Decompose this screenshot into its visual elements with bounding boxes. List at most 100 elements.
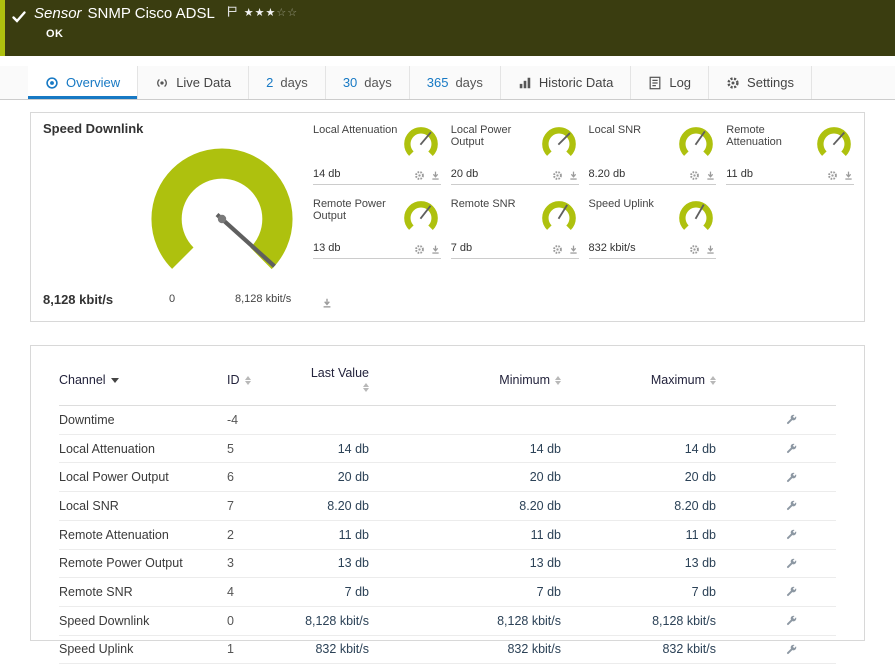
mini-gauge-remote-power-output: Remote Power Output 13 db <box>313 197 441 259</box>
flag-icon[interactable] <box>226 5 238 18</box>
minimum-cell: 20 db <box>369 462 561 493</box>
tab-label: Historic Data <box>538 75 614 90</box>
last-value-cell: 832 kbit/s <box>303 635 369 664</box>
channel-cell[interactable]: Remote SNR <box>59 577 227 607</box>
id-cell: -4 <box>227 405 303 435</box>
mini-gauge-local-snr: Local SNR 8.20 db <box>588 123 717 185</box>
gear-icon[interactable] <box>689 170 700 181</box>
gear-icon[interactable] <box>414 244 425 255</box>
last-value-cell: 13 db <box>303 549 369 579</box>
table-row: Remote Power Output 3 13 db 13 db 13 db <box>59 549 836 579</box>
channel-cell[interactable]: Remote Power Output <box>59 549 227 579</box>
minimum-cell: 8,128 kbit/s <box>369 606 561 636</box>
maximum-cell: 13 db <box>561 549 716 579</box>
channels-table: Channel ID Last Value Minimum Maximum Do… <box>59 360 836 664</box>
mini-gauge-dial <box>679 127 714 161</box>
tab-30-days[interactable]: 30 days <box>326 66 410 99</box>
channel-cell[interactable]: Local Attenuation <box>59 434 227 464</box>
download-icon[interactable] <box>843 170 854 181</box>
mini-gauge-dial <box>541 201 576 235</box>
tab-overview[interactable]: Overview <box>28 66 139 99</box>
tab-historic-data[interactable]: Historic Data <box>501 66 632 99</box>
channel-settings-icon[interactable] <box>784 413 798 427</box>
minimum-cell: 8.20 db <box>369 491 561 521</box>
col-header-channel[interactable]: Channel <box>59 360 227 406</box>
col-header-label: Maximum <box>650 373 705 387</box>
table-row: Remote SNR 4 7 db 7 db 7 db <box>59 577 836 607</box>
col-header-maximum[interactable]: Maximum <box>561 360 716 406</box>
tab-settings[interactable]: Settings <box>709 66 813 99</box>
main-gauge-scale-max: 8,128 kbit/s <box>235 293 292 305</box>
mini-gauge-local-attenuation: Local Attenuation 14 db <box>313 123 441 185</box>
col-header-last-value[interactable]: Last Value <box>303 360 369 406</box>
col-header-id[interactable]: ID <box>227 360 303 406</box>
channel-settings-icon[interactable] <box>784 471 798 485</box>
channels-panel: Channel ID Last Value Minimum Maximum Do… <box>30 345 865 664</box>
channel-settings-icon[interactable] <box>784 643 798 657</box>
channel-cell[interactable]: Remote Attenuation <box>59 520 227 550</box>
channel-settings-icon[interactable] <box>784 442 798 456</box>
minimum-cell: 7 db <box>369 577 561 607</box>
download-icon[interactable] <box>705 170 716 181</box>
download-icon[interactable] <box>568 170 579 181</box>
download-icon[interactable] <box>321 297 333 309</box>
status-color-strip <box>0 0 5 56</box>
priority-stars[interactable]: ★★★☆☆ <box>244 6 298 19</box>
maximum-cell: 20 db <box>561 462 716 493</box>
id-cell: 4 <box>227 577 303 607</box>
download-icon[interactable] <box>705 244 716 255</box>
maximum-cell <box>561 405 716 435</box>
tab-live-data[interactable]: Live Data <box>138 66 250 99</box>
maximum-cell: 14 db <box>561 434 716 464</box>
gear-icon[interactable] <box>827 170 838 181</box>
mini-gauge-dial <box>403 201 438 235</box>
last-value-cell: 7 db <box>303 577 369 607</box>
channel-cell[interactable]: Speed Downlink <box>59 606 227 636</box>
minimum-cell: 11 db <box>369 520 561 550</box>
channel-settings-icon[interactable] <box>784 614 798 628</box>
tab-2-days[interactable]: 2 days <box>249 66 326 99</box>
tab-label: days <box>455 75 483 90</box>
mini-gauge-grid: Local Attenuation 14 db Local Power Outp… <box>313 123 854 259</box>
tab-365-days[interactable]: 365 days <box>410 66 501 99</box>
mini-gauge-dial <box>541 127 576 161</box>
col-header-label: ID <box>227 373 240 387</box>
channel-settings-icon[interactable] <box>784 585 798 599</box>
col-header-minimum[interactable]: Minimum <box>369 360 561 406</box>
maximum-cell: 832 kbit/s <box>561 635 716 664</box>
channel-cell[interactable]: Local SNR <box>59 491 227 521</box>
sort-desc-icon <box>110 378 119 384</box>
main-gauge-label: Speed Downlink <box>43 121 144 136</box>
mini-gauge-value: 13 db <box>313 242 341 254</box>
channel-cell[interactable]: Downtime <box>59 405 227 435</box>
mini-gauge-label: Remote Attenuation <box>726 124 782 148</box>
main-gauge-dial <box>151 148 293 290</box>
mini-gauge-label: Local SNR <box>588 124 642 136</box>
sensor-header: Sensor SNMP Cisco ADSL ★★★☆☆ OK <box>0 0 895 56</box>
main-gauge-value: 8,128 kbit/s <box>43 292 114 307</box>
tab-log[interactable]: Log <box>631 66 710 99</box>
channel-cell[interactable]: Local Power Output <box>59 462 227 493</box>
last-value-cell <box>303 405 369 435</box>
gear-icon[interactable] <box>552 244 563 255</box>
download-icon[interactable] <box>430 170 441 181</box>
id-cell: 2 <box>227 520 303 550</box>
channel-cell[interactable]: Speed Uplink <box>59 635 227 664</box>
download-icon[interactable] <box>430 244 441 255</box>
table-row: Remote Attenuation 2 11 db 11 db 11 db <box>59 520 836 550</box>
channel-settings-icon[interactable] <box>784 557 798 571</box>
id-cell: 0 <box>227 606 303 636</box>
channel-settings-icon[interactable] <box>784 499 798 513</box>
maximum-cell: 7 db <box>561 577 716 607</box>
gear-icon[interactable] <box>689 244 700 255</box>
log-icon <box>648 76 662 90</box>
mini-gauge-remote-attenuation: Remote Attenuation 11 db <box>726 123 854 185</box>
download-icon[interactable] <box>568 244 579 255</box>
col-header-label: Minimum <box>499 373 550 387</box>
table-header-row: Channel ID Last Value Minimum Maximum <box>59 360 836 406</box>
tab-label: Overview <box>66 75 121 90</box>
gear-icon[interactable] <box>414 170 425 181</box>
channel-settings-icon[interactable] <box>784 528 798 542</box>
gear-icon[interactable] <box>552 170 563 181</box>
mini-gauge-dial <box>679 201 714 235</box>
